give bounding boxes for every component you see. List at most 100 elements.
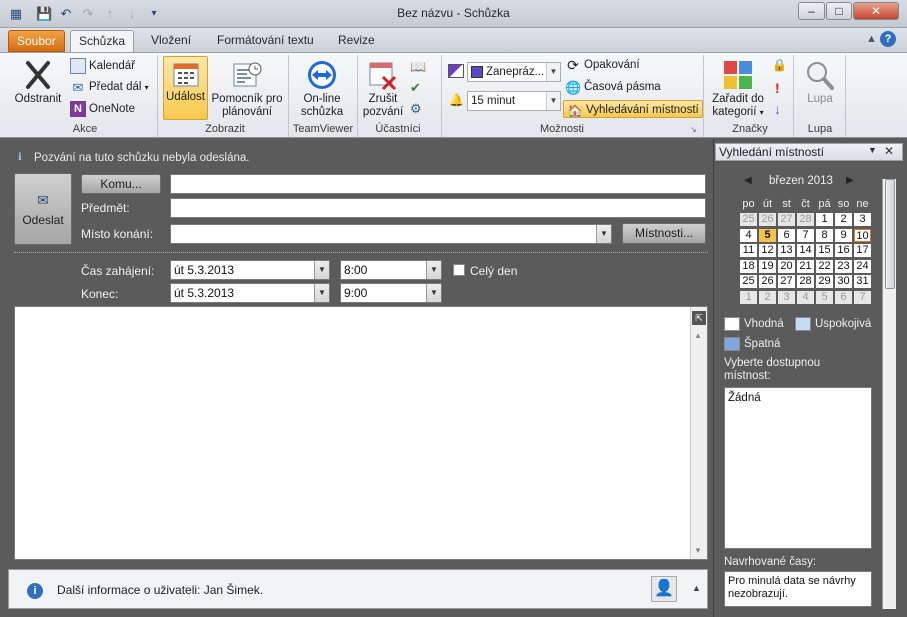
send-button[interactable]: ✉ Odeslat: [14, 173, 72, 245]
end-date-picker[interactable]: út 5.3.2013 ▼: [170, 283, 330, 303]
calendar-day[interactable]: 10: [854, 228, 871, 242]
calendar-day[interactable]: 17: [854, 244, 871, 257]
calendar-day[interactable]: 19: [759, 259, 776, 273]
calendar-day[interactable]: 4: [740, 228, 757, 242]
help-icon[interactable]: ?: [880, 31, 896, 47]
tab-file[interactable]: Soubor: [8, 30, 65, 52]
calendar-day[interactable]: 15: [816, 244, 833, 257]
chevron-down-icon[interactable]: ▼: [314, 261, 329, 279]
calendar-day[interactable]: 18: [740, 259, 757, 273]
start-time-picker[interactable]: 8:00 ▼: [340, 260, 442, 280]
room-finder-button[interactable]: 🏠 Vyhledávání místností: [563, 100, 703, 118]
low-importance-icon[interactable]: ↓: [774, 101, 781, 117]
categorize-button[interactable]: Zařadit do kategorií ▾: [706, 59, 770, 119]
calendar-day[interactable]: 27: [778, 275, 795, 288]
calendar-day[interactable]: 22: [816, 259, 833, 273]
forward-button[interactable]: ✉ Předat dál ▾: [70, 78, 149, 96]
expand-people-pane-icon[interactable]: ▲: [692, 583, 701, 593]
calendar-day[interactable]: 31: [854, 275, 871, 288]
calendar-day[interactable]: 30: [835, 275, 852, 288]
calendar-day[interactable]: 21: [797, 259, 814, 273]
calendar-day[interactable]: 20: [778, 259, 795, 273]
chevron-down-icon[interactable]: ▼: [426, 284, 441, 302]
start-date-picker[interactable]: út 5.3.2013 ▼: [170, 260, 330, 280]
tab-insert[interactable]: Vložení: [143, 30, 199, 52]
calendar-day[interactable]: 14: [797, 244, 814, 257]
rooms-button[interactable]: Místnosti...: [622, 223, 706, 244]
tab-review[interactable]: Revize: [330, 30, 383, 52]
recurrence-button[interactable]: ⟳ Opakování: [565, 56, 640, 74]
high-importance-icon[interactable]: !: [775, 80, 780, 96]
calendar-day[interactable]: 2: [759, 290, 776, 304]
minimize-button[interactable]: –: [798, 2, 825, 20]
chevron-down-icon[interactable]: ▼: [596, 225, 611, 243]
dialog-launcher-icon[interactable]: ↘: [690, 125, 697, 134]
calendar-day[interactable]: 11: [740, 244, 757, 257]
message-body-editor[interactable]: ⇱ ▲ ▼: [14, 306, 708, 560]
chevron-down-icon[interactable]: ▼: [426, 261, 441, 279]
calendar-day[interactable]: 2: [835, 213, 852, 226]
pane-scrollbar[interactable]: [882, 179, 896, 609]
private-lock-icon[interactable]: 🔒: [772, 58, 787, 72]
calendar-day[interactable]: 3: [778, 290, 795, 304]
calendar-day[interactable]: 27: [778, 213, 795, 226]
room-list[interactable]: Žádná: [724, 387, 872, 549]
body-scrollbar[interactable]: ⇱ ▲ ▼: [690, 307, 707, 559]
scroll-up-icon[interactable]: ▲: [694, 331, 702, 340]
close-button[interactable]: ✕: [853, 2, 899, 20]
all-day-checkbox[interactable]: [453, 264, 465, 276]
calendar-day[interactable]: 1: [816, 213, 833, 226]
location-field[interactable]: ▼: [170, 224, 612, 244]
collapse-ribbon-icon[interactable]: ▲: [866, 33, 877, 45]
scroll-down-icon[interactable]: ▼: [694, 546, 702, 555]
avatar[interactable]: 👤: [651, 576, 677, 602]
calendar-day[interactable]: 25: [740, 213, 757, 226]
tab-meeting[interactable]: Schůzka: [70, 30, 135, 52]
scheduling-assistant-button[interactable]: Pomocník pro plánování: [209, 59, 285, 119]
subject-field[interactable]: [170, 198, 706, 218]
calendar-day[interactable]: 6: [835, 290, 852, 304]
calendar-day[interactable]: 5: [759, 228, 776, 242]
calendar-day[interactable]: 7: [797, 228, 814, 242]
calendar-day[interactable]: 6: [778, 228, 795, 242]
calendar-day[interactable]: 24: [854, 259, 871, 273]
room-list-item[interactable]: Žádná: [728, 392, 761, 404]
calendar-day[interactable]: 23: [835, 259, 852, 273]
calendar-button[interactable]: Kalendář: [70, 57, 135, 75]
response-options-icon[interactable]: ⚙: [410, 101, 422, 117]
calendar-day[interactable]: 28: [797, 213, 814, 226]
delete-button[interactable]: Odstranit: [10, 59, 66, 106]
suggested-times-box[interactable]: Pro minulá data se návrhy nezobrazují.: [724, 571, 872, 607]
event-view-button[interactable]: Událost: [163, 56, 208, 120]
calendar-day[interactable]: 1: [740, 290, 757, 304]
reminder-dropdown[interactable]: 15 minut ▼: [467, 91, 561, 111]
calendar-day[interactable]: 26: [759, 275, 776, 288]
calendar-day[interactable]: 5: [816, 290, 833, 304]
scrollbar-thumb[interactable]: [885, 179, 895, 289]
to-button[interactable]: Komu...: [81, 174, 161, 194]
close-pane-icon[interactable]: ✕: [884, 144, 894, 158]
calendar-day[interactable]: 8: [816, 228, 833, 242]
check-names-icon[interactable]: ✔: [410, 80, 421, 96]
calendar-day[interactable]: 12: [759, 244, 776, 257]
cancel-invitation-button[interactable]: Zrušit pozvání: [361, 59, 405, 119]
maximize-button[interactable]: □: [826, 2, 852, 20]
calendar-day[interactable]: 26: [759, 213, 776, 226]
calendar-day[interactable]: 29: [816, 275, 833, 288]
onenote-button[interactable]: N OneNote: [70, 100, 135, 118]
next-month-icon[interactable]: ▶: [846, 175, 854, 186]
calendar-day[interactable]: 3: [854, 213, 871, 226]
tab-format-text[interactable]: Formátování textu: [209, 30, 322, 52]
show-as-dropdown[interactable]: Zanepráz... ▼: [467, 62, 561, 82]
chevron-down-icon[interactable]: ▼: [314, 284, 329, 302]
calendar-day[interactable]: 4: [797, 290, 814, 304]
to-field[interactable]: [170, 174, 706, 194]
calendar-day[interactable]: 25: [740, 275, 757, 288]
address-book-icon[interactable]: 📖: [410, 59, 426, 75]
time-zones-button[interactable]: 🌐 Časová pásma: [565, 78, 661, 96]
calendar-day[interactable]: 7: [854, 290, 871, 304]
pane-menu-icon[interactable]: ▼: [868, 145, 877, 155]
end-time-picker[interactable]: 9:00 ▼: [340, 283, 442, 303]
calendar-day[interactable]: 16: [835, 244, 852, 257]
ruler-toggle-icon[interactable]: ⇱: [692, 311, 706, 325]
